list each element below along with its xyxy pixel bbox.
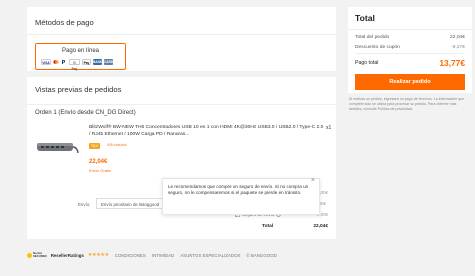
card-logo-icon: CARD (104, 59, 114, 65)
reseller-ratings-logo[interactable]: ResellerRatings (51, 253, 84, 258)
payment-methods-title: Métodos de pago (35, 18, 94, 27)
footer-copyright: © BANGGOOD (246, 252, 277, 258)
product-price: 22,04€ (89, 159, 108, 165)
total-pay-value: 13,77€ (439, 58, 465, 68)
footer-link-privacy[interactable]: INTIMIDAD (152, 253, 174, 258)
place-order-button[interactable]: Realizar pedido (355, 74, 465, 90)
free-shipping-label: Envío Gratis (89, 168, 112, 173)
product-title-link[interactable]: BlitzWolf® BW-NEW TH5 Concentradores USB… (89, 125, 325, 138)
tax-badge: TAX (89, 143, 100, 149)
bank-logo-icon: BANK (93, 59, 103, 65)
subtotal-row: Total del pedido 22,04€ (355, 35, 465, 40)
order-total-value: 22,04€ (313, 224, 328, 229)
norton-badge[interactable]: Norton SECURED (27, 252, 47, 258)
apple-pay-logo-icon: Pay (82, 59, 91, 65)
total-pay-row: Pago total 13,77€ (355, 58, 465, 68)
subtotal-label: Total del pedido (355, 35, 390, 40)
paypal-logo-icon: P (61, 59, 67, 66)
pay-online-option[interactable]: Pago en línea VISA P G Pay Pay BANK CARD (35, 43, 126, 71)
product-image[interactable] (35, 123, 80, 168)
coupon-value: -8,27€ (451, 45, 465, 50)
norton-text: Norton SECURED (33, 251, 47, 258)
shipping-label: Envío: (78, 202, 91, 207)
privacy-note: Al realizar un pedido, ingresará un pago… (349, 97, 465, 111)
rating-stars-icon: ★★★★★ (87, 252, 109, 258)
coupon-row: Descuento de cupón -8,27€ (355, 45, 465, 50)
close-icon[interactable]: × (311, 177, 315, 184)
footer-link-specialized[interactable]: ASUNTOS ESPECIALIZADOS (180, 253, 240, 258)
divider (355, 53, 465, 54)
svg-text:P: P (62, 60, 66, 65)
divider (348, 29, 472, 30)
divider (27, 104, 336, 105)
product-quantity: x1 (326, 125, 332, 131)
order-title: Orden 1 (Envío desde CN_DG Direct) (35, 110, 136, 116)
order-summary-card: Total Total del pedido 22,04€ Descuento … (348, 7, 472, 93)
coupon-label: Descuento de cupón (355, 45, 400, 50)
summary-title: Total (355, 13, 375, 23)
visa-logo-icon: VISA (41, 59, 51, 65)
footer-link-conditions[interactable]: CONDICIONES (115, 253, 146, 258)
tooltip-text: Le recomendamos que compre un seguro de … (168, 184, 309, 196)
mastercard-logo-icon (53, 59, 59, 65)
insurance-tooltip: Le recomendamos que compre un seguro de … (162, 177, 320, 215)
payment-methods-card: Métodos de pago Pago en línea VISA P G P… (27, 7, 336, 71)
tax-included-note: IVA incluido (107, 143, 127, 147)
pay-online-label: Pago en línea (61, 48, 100, 54)
payment-logos: VISA P G Pay Pay BANK CARD (41, 59, 114, 71)
norton-check-icon (27, 252, 32, 258)
google-pay-logo-icon: G Pay (69, 59, 80, 71)
footer-links: CONDICIONES INTIMIDAD ASUNTOS ESPECIALIZ… (115, 253, 277, 258)
order-total-label: Total (262, 224, 274, 229)
footer: Norton SECURED ResellerRatings ★★★★★ CON… (27, 252, 277, 258)
divider (27, 34, 336, 35)
subtotal-value: 22,04€ (450, 35, 465, 40)
total-pay-label: Pago total (355, 60, 379, 66)
order-review-title: Vistas previas de pedidos (35, 85, 122, 94)
tooltip-arrow (235, 214, 241, 217)
